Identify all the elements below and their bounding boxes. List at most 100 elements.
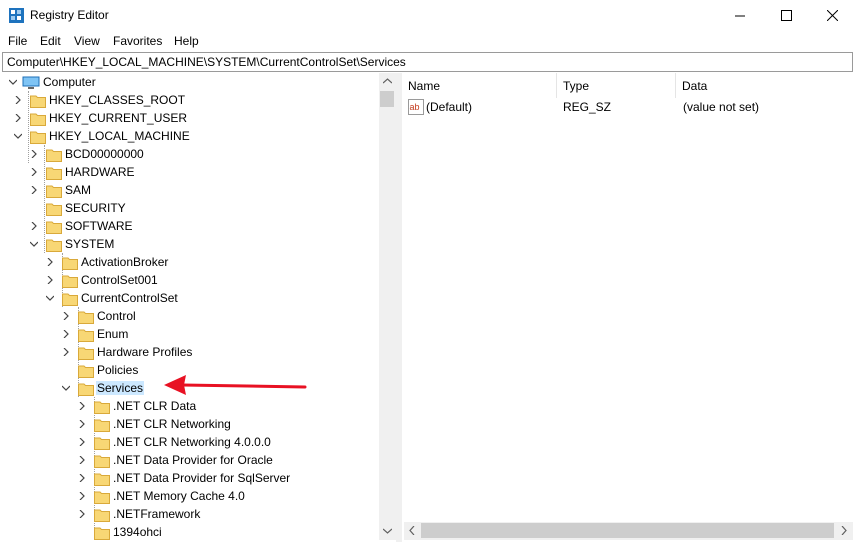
tree-root-computer[interactable]: Computer: [0, 73, 379, 91]
tree-node[interactable]: SOFTWARE: [0, 217, 379, 235]
tree-node[interactable]: ActivationBroker: [0, 253, 379, 271]
menu-view[interactable]: View: [74, 34, 100, 48]
folder-icon: [62, 293, 78, 306]
folder-icon: [46, 167, 62, 180]
tree-node[interactable]: 1394ohci: [0, 523, 379, 540]
column-header-name[interactable]: Name: [402, 73, 556, 98]
folder-icon: [94, 455, 110, 468]
maximize-button[interactable]: [763, 0, 809, 31]
tree-node[interactable]: HARDWARE: [0, 163, 379, 181]
tree-node[interactable]: .NET Data Provider for SqlServer: [0, 469, 379, 487]
menu-favorites[interactable]: Favorites: [113, 34, 162, 48]
scroll-thumb[interactable]: [421, 523, 834, 538]
chevron-right-icon[interactable]: [78, 492, 86, 500]
string-value-icon: ab: [408, 99, 424, 115]
chevron-down-icon[interactable]: [62, 384, 70, 392]
folder-icon: [94, 419, 110, 432]
tree-node-label: .NET Data Provider for SqlServer: [113, 471, 291, 485]
tree-node-label-selected: Services: [96, 381, 145, 395]
scroll-right-arrow-icon[interactable]: [841, 526, 847, 535]
chevron-right-icon[interactable]: [78, 510, 86, 518]
tree-node[interactable]: Enum: [0, 325, 379, 343]
chevron-right-icon[interactable]: [78, 420, 86, 428]
chevron-right-icon[interactable]: [30, 186, 38, 194]
tree-node[interactable]: .NET Data Provider for Oracle: [0, 451, 379, 469]
tree-node[interactable]: .NET CLR Networking 4.0.0.0: [0, 433, 379, 451]
chevron-right-icon[interactable]: [46, 276, 54, 284]
chevron-right-icon[interactable]: [78, 402, 86, 410]
column-type-label: Type: [563, 79, 590, 93]
tree-node[interactable]: .NET CLR Networking: [0, 415, 379, 433]
folder-icon: [78, 311, 94, 324]
chevron-down-icon[interactable]: [46, 294, 54, 302]
folder-icon: [30, 95, 46, 108]
maximize-icon: [780, 10, 792, 21]
chevron-right-icon[interactable]: [78, 456, 86, 464]
tree-node[interactable]: ControlSet001: [0, 271, 379, 289]
tree-node[interactable]: SAM: [0, 181, 379, 199]
svg-text:ab: ab: [410, 102, 420, 112]
tree-node-label: HKEY_CURRENT_USER: [49, 111, 188, 125]
scroll-thumb[interactable]: [380, 91, 394, 107]
tree-node[interactable]: SYSTEM: [0, 235, 379, 253]
chevron-right-icon[interactable]: [62, 312, 70, 320]
window-title: Registry Editor: [30, 8, 109, 22]
chevron-down-icon[interactable]: [14, 132, 22, 140]
minimize-button[interactable]: [717, 0, 763, 31]
folder-icon: [94, 527, 110, 540]
computer-icon: [22, 76, 40, 89]
column-header-type[interactable]: Type: [557, 73, 675, 98]
folder-icon: [94, 491, 110, 504]
tree-node[interactable]: Control: [0, 307, 379, 325]
chevron-right-icon[interactable]: [30, 168, 38, 176]
tree-node[interactable]: .NET Memory Cache 4.0: [0, 487, 379, 505]
folder-icon: [78, 347, 94, 360]
folder-icon: [78, 383, 94, 396]
tree-node[interactable]: HKEY_CLASSES_ROOT: [0, 91, 379, 109]
menu-file[interactable]: File: [8, 34, 27, 48]
tree-node[interactable]: BCD00000000: [0, 145, 379, 163]
chevron-right-icon[interactable]: [30, 150, 38, 158]
chevron-right-icon[interactable]: [46, 258, 54, 266]
values-list[interactable]: Name Type Data ab (Default) REG_SZ (valu…: [402, 73, 853, 540]
menu-edit[interactable]: Edit: [40, 34, 61, 48]
close-button[interactable]: [809, 0, 855, 31]
chevron-right-icon[interactable]: [14, 96, 22, 104]
tree-node[interactable]: HKEY_CURRENT_USER: [0, 109, 379, 127]
scroll-up-arrow-icon[interactable]: [383, 78, 392, 84]
tree-node[interactable]: Hardware Profiles: [0, 343, 379, 361]
chevron-down-icon[interactable]: [9, 78, 17, 86]
chevron-right-icon[interactable]: [78, 474, 86, 482]
tree-node[interactable]: .NET CLR Data: [0, 397, 379, 415]
scroll-down-arrow-icon[interactable]: [383, 528, 392, 534]
scroll-left-arrow-icon[interactable]: [409, 526, 415, 535]
address-bar[interactable]: Computer\HKEY_LOCAL_MACHINE\SYSTEM\Curre…: [2, 52, 853, 72]
tree-node-label: .NET CLR Data: [113, 399, 197, 413]
column-name-label: Name: [408, 79, 441, 93]
chevron-right-icon[interactable]: [14, 114, 22, 122]
minimize-icon: [735, 15, 745, 16]
folder-icon: [94, 437, 110, 450]
column-header-data[interactable]: Data: [676, 73, 853, 98]
chevron-right-icon[interactable]: [30, 222, 38, 230]
chevron-right-icon[interactable]: [62, 330, 70, 338]
tree-node[interactable]: SECURITY: [0, 199, 379, 217]
tree-node[interactable]: CurrentControlSet: [0, 289, 379, 307]
registry-tree[interactable]: Computer HKEY_CLASSES_ROOT HKEY_CURRENT_U…: [0, 73, 379, 540]
tree-node-label: .NET Memory Cache 4.0: [113, 489, 245, 503]
tree-node[interactable]: HKEY_LOCAL_MACHINE: [0, 127, 379, 145]
column-data-label: Data: [682, 79, 708, 93]
chevron-right-icon[interactable]: [78, 438, 86, 446]
chevron-right-icon[interactable]: [62, 348, 70, 356]
tree-node[interactable]: .NETFramework: [0, 505, 379, 523]
tree-node-label: Computer: [43, 75, 96, 89]
folder-icon: [30, 113, 46, 126]
table-row[interactable]: ab (Default) REG_SZ (value not set): [402, 98, 853, 116]
menu-help[interactable]: Help: [174, 34, 199, 48]
tree-node-label: ControlSet001: [81, 273, 158, 287]
list-horizontal-scrollbar[interactable]: [404, 522, 853, 540]
tree-vertical-scrollbar[interactable]: [379, 73, 396, 540]
tree-node-label: ActivationBroker: [81, 255, 169, 269]
tree-node-label: .NET CLR Networking: [113, 417, 231, 431]
chevron-down-icon[interactable]: [30, 240, 38, 248]
